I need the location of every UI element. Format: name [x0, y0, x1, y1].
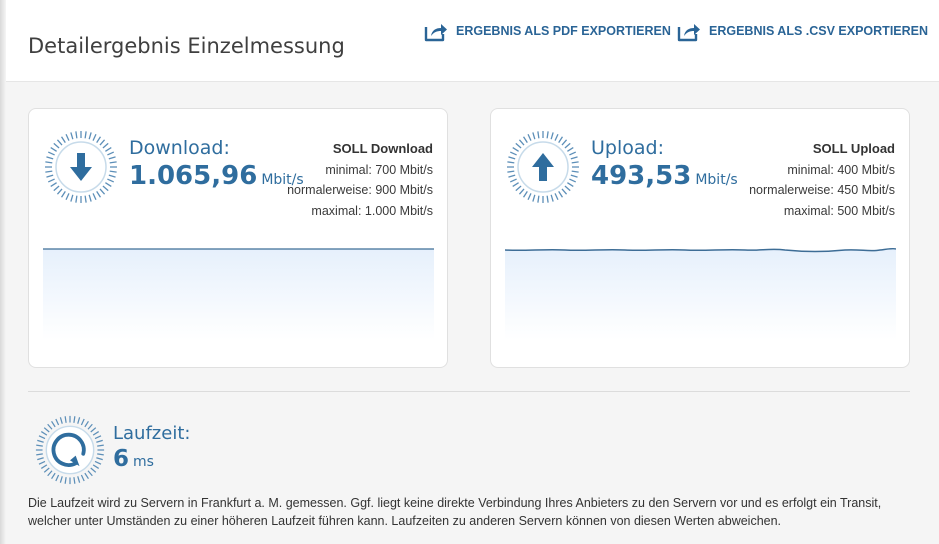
upload-card: Upload: 493,53 Mbit/s SOLL Upload minimal…: [490, 108, 910, 368]
upload-soll-max: maximal: 500 Mbit/s: [783, 203, 895, 218]
export-csv-button[interactable]: ERGEBNIS ALS .CSV EXPORTIEREN: [677, 20, 928, 42]
share-export-icon: [424, 24, 447, 42]
upload-soll-title: SOLL Upload: [812, 141, 895, 156]
upload-value: 493,53 Mbit/s: [591, 161, 738, 191]
download-card: Download: 1.065,96 Mbit/s SOLL Download m…: [28, 108, 448, 368]
download-chart: [43, 248, 434, 340]
export-csv-label: ERGEBNIS ALS .CSV EXPORTIEREN: [709, 24, 929, 38]
upload-soll-normal: normalerweise: 450 Mbit/s: [749, 183, 895, 197]
download-soll-normal: normalerweise: 900 Mbit/s: [287, 183, 433, 197]
upload-value-number: 493,53: [591, 161, 692, 191]
share-export-icon: [677, 24, 700, 42]
download-chart-area: [43, 249, 434, 340]
download-soll-title: SOLL Download: [332, 141, 433, 156]
upload-label: Upload:: [591, 137, 664, 159]
upload-soll-min: minimal: 400 Mbit/s: [787, 162, 895, 177]
latency-value-number: 6: [113, 446, 130, 472]
latency-value: 6 ms: [113, 446, 154, 472]
latency-unit: ms: [133, 454, 154, 470]
download-value-number: 1.065,96: [129, 161, 258, 191]
upload-chart: [505, 247, 896, 340]
download-label: Download:: [129, 137, 230, 159]
download-soll-max: maximal: 1.000 Mbit/s: [311, 203, 433, 218]
latency-description: Die Laufzeit wird zu Servern in Frankfur…: [28, 496, 882, 528]
export-pdf-label: ERGEBNIS ALS PDF EXPORTIEREN: [456, 24, 671, 38]
page-header: Detailergebnis Einzelmessung ERGEBNIS AL…: [6, 0, 939, 82]
refresh-icon: [35, 415, 105, 485]
upload-chart-area: [505, 248, 896, 340]
download-soll-min: minimal: 700 Mbit/s: [325, 162, 433, 177]
export-pdf-button[interactable]: ERGEBNIS ALS PDF EXPORTIEREN: [424, 20, 671, 42]
page-title: Detailergebnis Einzelmessung: [28, 34, 345, 58]
arrow-up-icon: [507, 131, 579, 203]
arrow-down-icon: [45, 131, 117, 203]
download-soll: SOLL Download minimal: 700 Mbit/s normal…: [287, 139, 433, 221]
latency-label: Laufzeit:: [113, 423, 191, 444]
upload-unit: Mbit/s: [695, 172, 738, 188]
upload-soll: SOLL Upload minimal: 400 Mbit/s normaler…: [749, 139, 895, 221]
download-value: 1.065,96 Mbit/s: [129, 161, 304, 191]
section-divider: [28, 391, 910, 392]
